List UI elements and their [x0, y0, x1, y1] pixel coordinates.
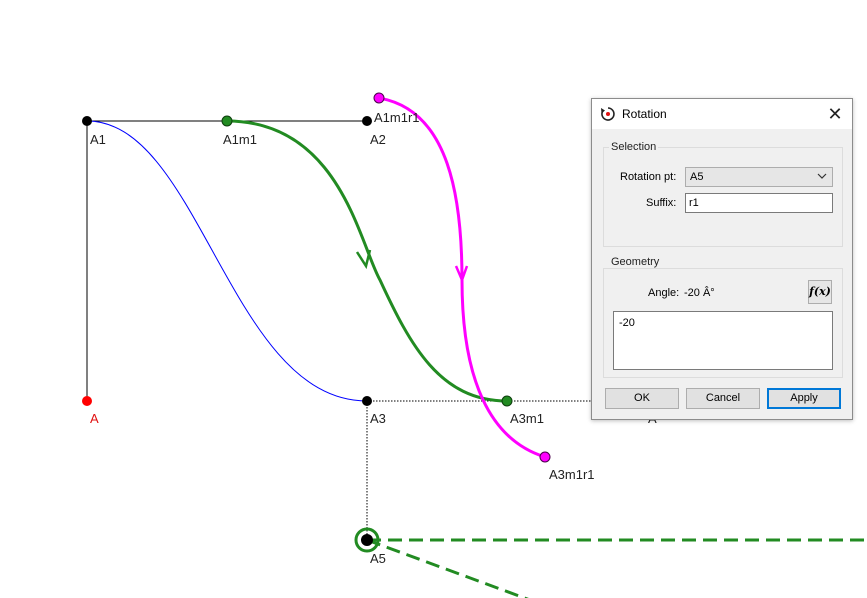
point-a1[interactable]: [82, 116, 92, 126]
rotation-pt-select[interactable]: A5: [685, 167, 833, 187]
rotation-pt-label: Rotation pt:: [620, 171, 677, 183]
point-a5[interactable]: [361, 534, 373, 546]
point-a3m1[interactable]: [501, 395, 513, 407]
geometry-group-title: Geometry: [609, 256, 662, 268]
label-a: A: [90, 411, 99, 426]
suffix-input[interactable]: r1: [685, 193, 833, 213]
formula-textarea[interactable]: -20: [613, 311, 833, 370]
dialog-title: Rotation: [622, 107, 667, 121]
label-a3m1: A3m1: [510, 411, 544, 426]
dialog-titlebar[interactable]: Rotation ✕: [592, 99, 852, 129]
point-a[interactable]: [82, 396, 92, 406]
point-a1m1[interactable]: [221, 115, 233, 127]
point-a3[interactable]: [362, 396, 372, 406]
label-a1m1: A1m1: [223, 132, 257, 147]
rotation-pt-value: A5: [690, 171, 704, 183]
close-icon[interactable]: ✕: [824, 103, 846, 125]
label-a3m1r1: A3m1r1: [549, 467, 595, 482]
cancel-button[interactable]: Cancel: [686, 388, 760, 409]
label-a3: A3: [370, 411, 386, 426]
label-a5: A5: [370, 551, 386, 566]
label-a2: A2: [370, 132, 386, 147]
point-a1m1r1[interactable]: [373, 92, 385, 104]
label-a1: A1: [90, 132, 106, 147]
label-a1m1r1: A1m1r1: [374, 110, 420, 125]
formula-button[interactable]: f(x): [808, 280, 832, 304]
dashed-line-a5-diagonal[interactable]: [366, 538, 530, 598]
rotation-dialog: Rotation ✕ Selection Rotation pt: A5 Suf…: [591, 98, 853, 420]
apply-button[interactable]: Apply: [767, 388, 841, 409]
chevron-down-icon: [817, 173, 827, 179]
point-a2[interactable]: [362, 116, 372, 126]
ok-button[interactable]: OK: [605, 388, 679, 409]
rotation-icon: [601, 107, 615, 121]
suffix-label: Suffix:: [646, 197, 677, 209]
point-a3m1r1[interactable]: [539, 451, 551, 463]
angle-label: Angle:: [648, 287, 680, 299]
angle-value: -20 Â°: [684, 287, 715, 299]
selection-group-title: Selection: [609, 141, 659, 153]
base-curve[interactable]: [86, 120, 368, 402]
